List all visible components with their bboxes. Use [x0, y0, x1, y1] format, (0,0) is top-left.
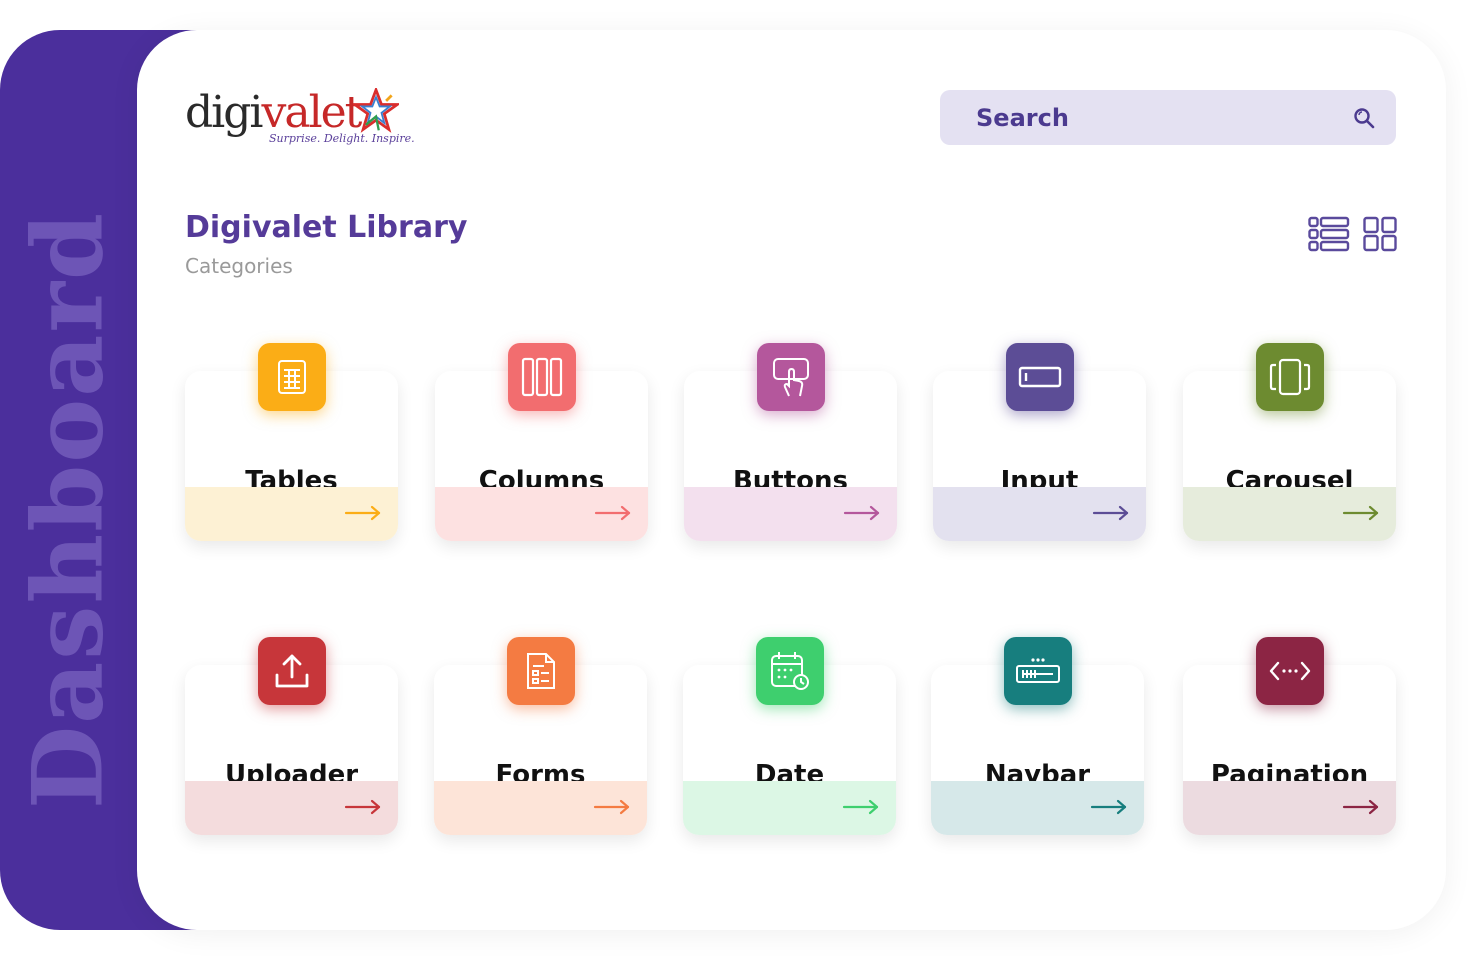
category-card-date[interactable]: Date14 components: [683, 637, 896, 835]
list-view-icon[interactable]: [1308, 216, 1350, 252]
arrow-right-icon[interactable]: [1090, 799, 1128, 815]
arrow-right-icon[interactable]: [1092, 505, 1130, 521]
arrow-right-icon[interactable]: [1342, 799, 1380, 815]
arrow-right-icon[interactable]: [594, 505, 632, 521]
category-card-pagination[interactable]: Pagination14 components: [1183, 637, 1396, 835]
sidebar-label: Dashboard: [11, 210, 125, 810]
arrow-right-icon[interactable]: [842, 799, 880, 815]
logo-wordmark: digivalet: [185, 87, 362, 138]
form-icon: [507, 637, 575, 705]
hand-pointer-icon: [757, 343, 825, 411]
input-field-icon: [1006, 343, 1074, 411]
category-card-uploader[interactable]: Uploader14 components: [185, 637, 398, 835]
card-footer: [933, 487, 1146, 541]
card-footer: [185, 781, 398, 835]
card-footer: [435, 487, 648, 541]
main-panel: digivalet Surprise. Delight. Inspire. Di…: [137, 30, 1446, 930]
arrow-right-icon[interactable]: [344, 799, 382, 815]
navbar-icon: [1004, 637, 1072, 705]
category-card-columns[interactable]: Columns14 components: [435, 343, 648, 541]
card-footer: [185, 487, 398, 541]
page-subtitle: Categories: [185, 254, 293, 278]
category-card-navbar[interactable]: Navbar14 components: [931, 637, 1144, 835]
digivalet-logo[interactable]: digivalet Surprise. Delight. Inspire.: [185, 88, 415, 150]
card-footer: [1183, 487, 1396, 541]
table-icon: [258, 343, 326, 411]
card-footer: [931, 781, 1144, 835]
arrow-right-icon[interactable]: [843, 505, 881, 521]
card-footer: [683, 781, 896, 835]
page-title: Digivalet Library: [185, 210, 468, 245]
search-input[interactable]: [976, 90, 1336, 145]
card-footer: [684, 487, 897, 541]
arrow-right-icon[interactable]: [1342, 505, 1380, 521]
pagination-icon: [1256, 637, 1324, 705]
arrow-right-icon[interactable]: [593, 799, 631, 815]
upload-icon: [258, 637, 326, 705]
logo-tagline: Surprise. Delight. Inspire.: [269, 132, 415, 145]
category-card-tables[interactable]: Tables14 components: [185, 343, 398, 541]
category-card-buttons[interactable]: Buttons14 components: [684, 343, 897, 541]
search-bar: [940, 90, 1396, 145]
columns-icon: [508, 343, 576, 411]
card-footer: [434, 781, 647, 835]
search-icon[interactable]: [1352, 106, 1376, 130]
card-footer: [1183, 781, 1396, 835]
arrow-right-icon[interactable]: [344, 505, 382, 521]
grid-view-icon[interactable]: [1363, 216, 1397, 252]
star-logo-icon: [353, 88, 399, 133]
category-card-input[interactable]: Input14 components: [933, 343, 1146, 541]
category-card-forms[interactable]: Forms14 components: [434, 637, 647, 835]
carousel-icon: [1256, 343, 1324, 411]
calendar-icon: [756, 637, 824, 705]
category-card-carousel[interactable]: Carousel14 components: [1183, 343, 1396, 541]
